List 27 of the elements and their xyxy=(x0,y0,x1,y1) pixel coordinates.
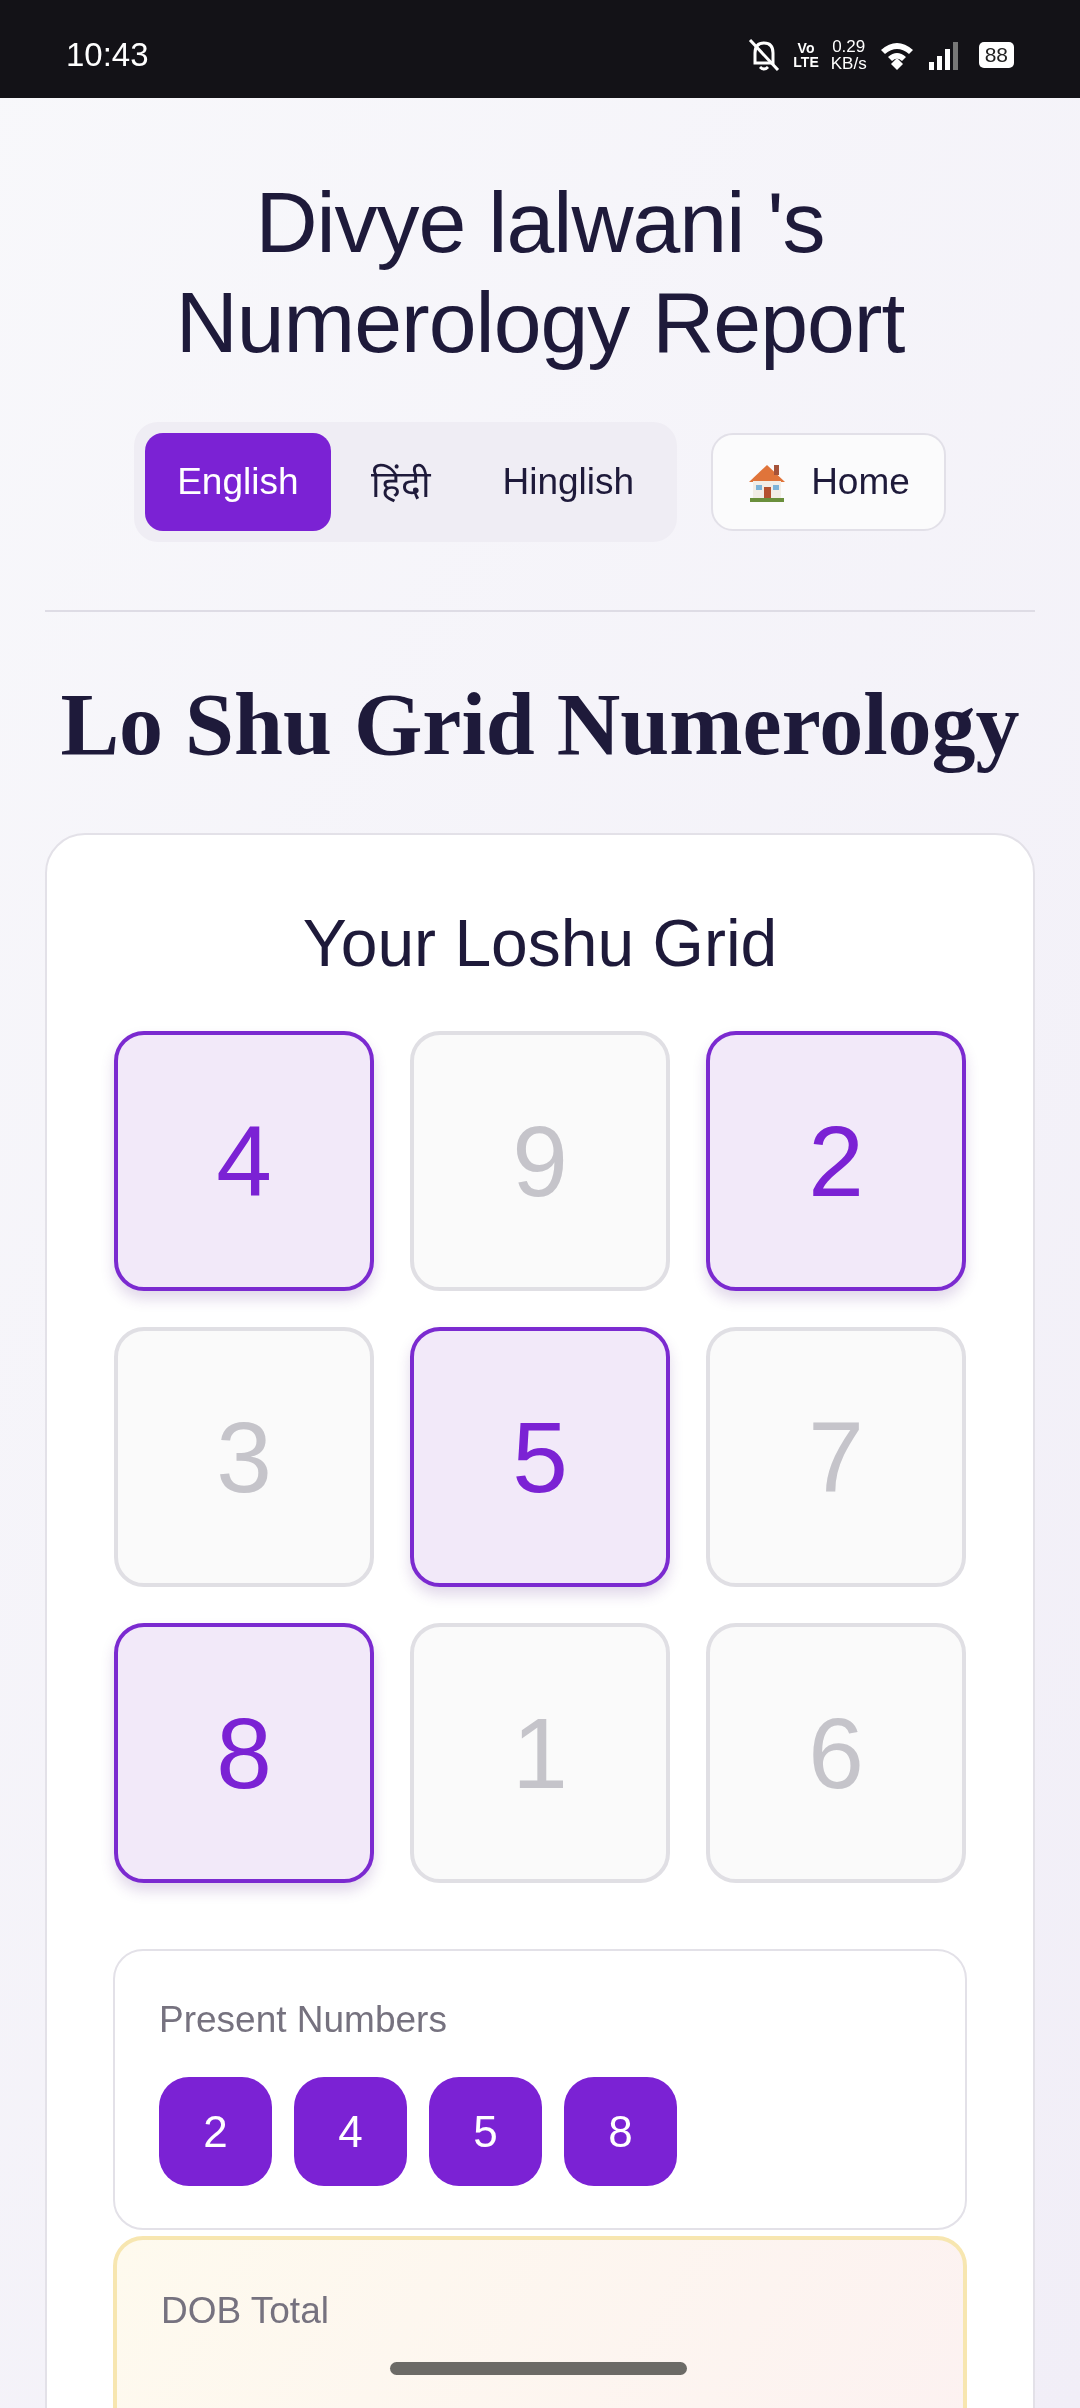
signal-icon xyxy=(926,40,961,70)
number-chip: 4 xyxy=(294,2077,407,2186)
report-title: Numerology Report xyxy=(174,273,906,372)
number-chip: 5 xyxy=(429,2077,542,2186)
language-tab[interactable]: Hinglish xyxy=(470,433,667,531)
battery-indicator: 88 xyxy=(978,42,1014,68)
home-indicator[interactable] xyxy=(390,2362,687,2375)
network-speed: KB/s xyxy=(830,55,867,72)
panel-label: DOB Total xyxy=(161,2290,329,2332)
clock-time: 10:43 xyxy=(66,36,149,74)
card-title: Your Loshu Grid xyxy=(301,905,779,981)
panel-label: Present Numbers xyxy=(159,1999,448,2041)
grid-cell: 2 xyxy=(706,1031,966,1291)
home-button[interactable]: Home xyxy=(711,433,946,531)
report-title: Divye lalwani 's xyxy=(254,173,826,272)
language-tab[interactable]: English xyxy=(145,433,331,531)
section-heading: Lo Shu Grid Numerology xyxy=(59,675,1021,775)
volte-label: LTE xyxy=(793,55,819,69)
network-speed: 0.29 xyxy=(832,38,866,55)
volte-label: Vo xyxy=(797,41,815,55)
bell-off-icon xyxy=(747,37,782,73)
grid-cell: 4 xyxy=(114,1031,374,1291)
language-tab[interactable]: हिंदी xyxy=(338,433,463,531)
number-chip: 2 xyxy=(159,2077,272,2186)
number-chip: 8 xyxy=(564,2077,677,2186)
grid-cell: 5 xyxy=(410,1327,670,1587)
grid-cell: 8 xyxy=(114,1623,374,1883)
